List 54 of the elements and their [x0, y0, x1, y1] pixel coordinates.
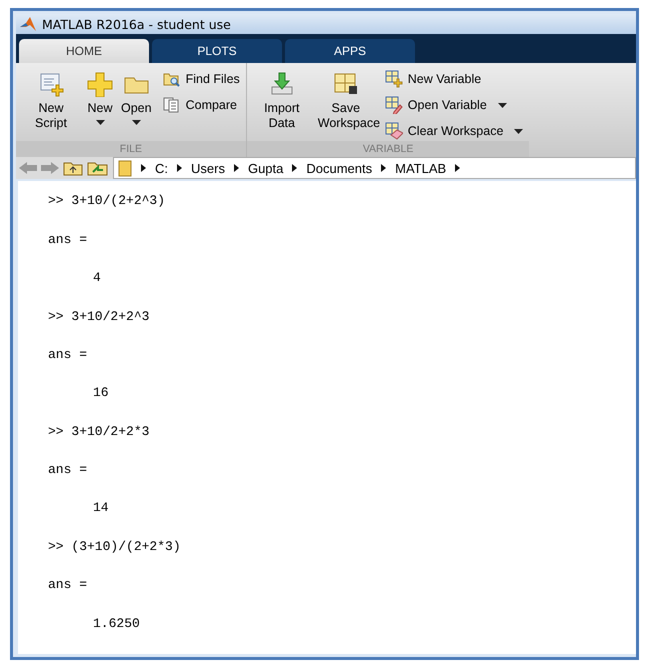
- plus-icon: [87, 71, 113, 98]
- output-value: 1.6250: [93, 616, 140, 631]
- ribbon-button[interactable]: New Script: [20, 69, 82, 142]
- download-arrow-icon: [268, 71, 295, 98]
- compare-icon: [162, 96, 181, 114]
- path-segment[interactable]: C:: [155, 160, 168, 176]
- new-variable-icon: [384, 70, 403, 88]
- section-title: VARIABLE: [246, 141, 530, 158]
- up-folder-icon[interactable]: [63, 160, 83, 176]
- back-arrow-icon[interactable]: [19, 162, 37, 174]
- open-variable-icon: [384, 96, 403, 114]
- ribbon-button[interactable]: Open Variable: [382, 95, 526, 116]
- ribbon-button[interactable]: Save Workspace: [314, 69, 377, 142]
- output-label: ans =: [48, 577, 88, 592]
- folder-icon: [118, 159, 132, 178]
- script-icon: [38, 71, 64, 98]
- path-segment[interactable]: Users: [191, 160, 225, 176]
- output-value: 14: [93, 500, 109, 516]
- ribbon-tab[interactable]: HOME: [19, 39, 149, 64]
- path-segment[interactable]: MATLAB: [395, 160, 446, 176]
- output-value: 16: [93, 385, 109, 400]
- browse-folder-icon[interactable]: [87, 160, 109, 176]
- ribbon-button[interactable]: Find Files: [160, 69, 242, 90]
- command-line: >> 3+10/2+2*3: [48, 424, 150, 439]
- eraser-icon: [384, 122, 403, 140]
- command-line: >> (3+10)/(2+2*3): [48, 538, 181, 554]
- ribbon-button[interactable]: Clear Workspace: [382, 121, 526, 142]
- command-window[interactable]: >> 3+10/(2+2^3) ans = 4 >> 3+10/2+2^3 ans = 16 >> 3+10/2+2*3 ans = 14 >> (3+10)/(2+2*3) ans = 1.6250: [18, 181, 636, 654]
- separator-arrow-icon: [292, 164, 298, 172]
- section-title: FILE: [16, 141, 246, 158]
- separator-arrow-icon: [381, 164, 386, 172]
- ribbon-button[interactable]: Open: [118, 69, 155, 142]
- separator-arrow-icon: [455, 164, 460, 172]
- path-segment[interactable]: Documents: [306, 160, 372, 176]
- ribbon-button[interactable]: New: [84, 69, 116, 142]
- ribbon-tab[interactable]: APPS: [285, 39, 415, 64]
- path-segment[interactable]: Gupta: [248, 160, 284, 176]
- separator-arrow-icon: [234, 164, 239, 172]
- ribbon-tab[interactable]: PLOTS: [152, 39, 282, 64]
- output-label: ans =: [48, 346, 88, 362]
- separator-arrow-icon: [141, 164, 146, 172]
- ribbon-button[interactable]: Import Data: [250, 69, 313, 142]
- command-line: >> 3+10/2+2^3: [48, 308, 150, 324]
- window-title: MATLAB R2016a - student use: [42, 16, 231, 32]
- output-label: ans =: [48, 232, 88, 247]
- matlab-logo-icon: [20, 17, 36, 32]
- ribbon-button[interactable]: Compare: [160, 95, 242, 116]
- output-value: 4: [93, 270, 101, 286]
- output-label: ans =: [48, 462, 88, 478]
- ribbon-button[interactable]: New Variable: [382, 69, 526, 90]
- separator-arrow-icon: [177, 164, 182, 172]
- address-bar[interactable]: C: Users Gupta Documents MATLAB: [113, 157, 636, 180]
- forward-arrow-icon[interactable]: [41, 162, 59, 174]
- command-line: >> 3+10/(2+2^3): [48, 193, 166, 208]
